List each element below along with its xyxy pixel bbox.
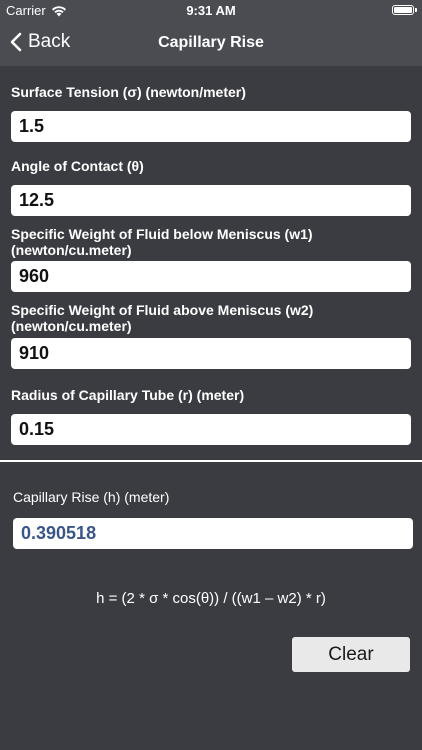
tube-radius-input[interactable]: 0.15	[11, 414, 411, 445]
battery-level	[394, 7, 412, 13]
battery-icon	[392, 5, 417, 15]
page-title: Capillary Rise	[158, 34, 264, 51]
capillary-rise-label: Capillary Rise (h) (meter)	[13, 489, 170, 505]
angle-of-contact-input[interactable]: 12.5	[11, 185, 411, 216]
capillary-rise-result: 0.390518	[13, 518, 413, 549]
surface-tension-label: Surface Tension (σ) (newton/meter)	[11, 84, 246, 100]
specific-weight-above-label: Specific Weight of Fluid above Meniscus …	[11, 302, 314, 334]
formula-text: h = (2 * σ * cos(θ)) / ((w1 – w2) * r)	[96, 590, 326, 607]
status-time: 9:31 AM	[186, 3, 236, 18]
status-bar: Carrier 9:31 AM	[0, 0, 422, 22]
specific-weight-above-input[interactable]: 910	[11, 338, 411, 369]
specific-weight-below-label: Specific Weight of Fluid below Meniscus …	[11, 226, 313, 258]
specific-weight-below-input[interactable]: 960	[11, 261, 411, 292]
section-divider	[0, 460, 422, 462]
clear-button[interactable]: Clear	[292, 637, 410, 672]
navigation-bar: Back Capillary Rise	[0, 22, 422, 66]
tube-radius-label: Radius of Capillary Tube (r) (meter)	[11, 387, 245, 403]
angle-of-contact-label: Angle of Contact (θ)	[11, 158, 144, 174]
surface-tension-input[interactable]: 1.5	[11, 111, 411, 142]
